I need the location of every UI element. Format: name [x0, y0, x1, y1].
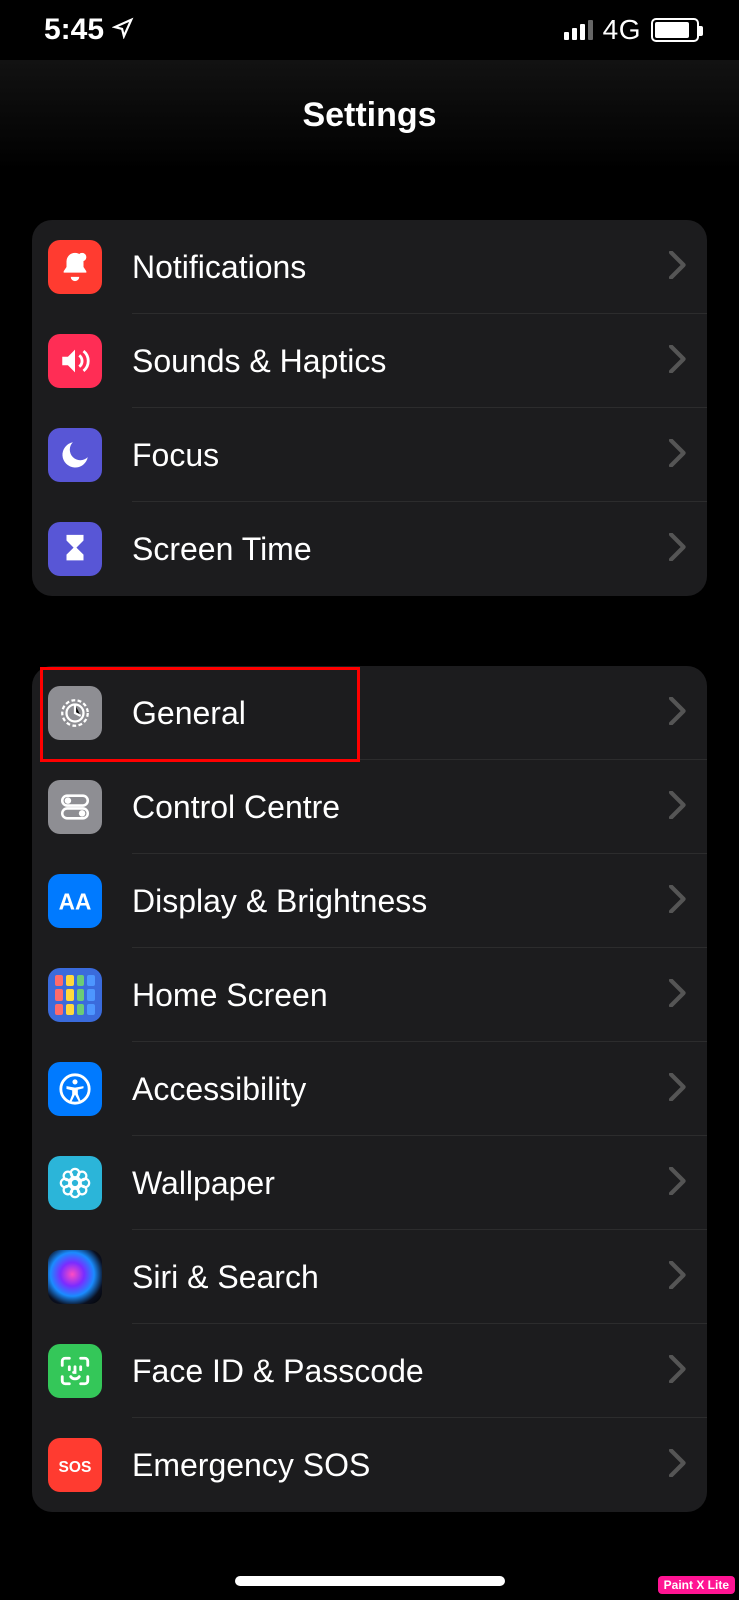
- faceid-icon: [48, 1344, 102, 1398]
- row-label: Wallpaper: [132, 1165, 669, 1202]
- chevron-right-icon: [669, 1167, 687, 1200]
- settings-row-wallpaper[interactable]: Wallpaper: [32, 1136, 707, 1230]
- location-icon: [112, 13, 134, 47]
- settings-row-display-brightness[interactable]: Display & Brightness: [32, 854, 707, 948]
- chevron-right-icon: [669, 251, 687, 284]
- settings-group: General Control Centre Display & Brightnes…: [32, 666, 707, 1512]
- home-screen-icon: [48, 968, 102, 1022]
- settings-row-sounds-haptics[interactable]: Sounds & Haptics: [32, 314, 707, 408]
- chevron-right-icon: [669, 979, 687, 1012]
- chevron-right-icon: [669, 1355, 687, 1388]
- chevron-right-icon: [669, 345, 687, 378]
- flower-icon: [48, 1156, 102, 1210]
- accessibility-icon: [48, 1062, 102, 1116]
- settings-row-focus[interactable]: Focus: [32, 408, 707, 502]
- moon-icon: [48, 428, 102, 482]
- gear-icon: [48, 686, 102, 740]
- siri-icon: [48, 1250, 102, 1304]
- speaker-icon: [48, 334, 102, 388]
- network-label: 4G: [603, 14, 641, 46]
- header: Settings: [0, 60, 739, 170]
- chevron-right-icon: [669, 439, 687, 472]
- row-label: Notifications: [132, 249, 669, 286]
- settings-row-accessibility[interactable]: Accessibility: [32, 1042, 707, 1136]
- settings-row-screen-time[interactable]: Screen Time: [32, 502, 707, 596]
- chevron-right-icon: [669, 885, 687, 918]
- settings-list: Notifications Sounds & Haptics Focus Screen…: [0, 170, 739, 1512]
- toggles-icon: [48, 780, 102, 834]
- settings-row-faceid-passcode[interactable]: Face ID & Passcode: [32, 1324, 707, 1418]
- chevron-right-icon: [669, 533, 687, 566]
- row-label: Home Screen: [132, 977, 669, 1014]
- battery-icon: [651, 18, 699, 42]
- chevron-right-icon: [669, 697, 687, 730]
- sos-icon: [48, 1438, 102, 1492]
- hourglass-icon: [48, 522, 102, 576]
- row-label: Control Centre: [132, 789, 669, 826]
- row-label: Face ID & Passcode: [132, 1353, 669, 1390]
- home-indicator[interactable]: [235, 1576, 505, 1586]
- chevron-right-icon: [669, 1449, 687, 1482]
- settings-row-notifications[interactable]: Notifications: [32, 220, 707, 314]
- settings-row-general[interactable]: General: [32, 666, 707, 760]
- row-label: Screen Time: [132, 531, 669, 568]
- settings-row-siri-search[interactable]: Siri & Search: [32, 1230, 707, 1324]
- row-label: Accessibility: [132, 1071, 669, 1108]
- settings-row-emergency-sos[interactable]: Emergency SOS: [32, 1418, 707, 1512]
- row-label: Emergency SOS: [132, 1447, 669, 1484]
- watermark: Paint X Lite: [658, 1576, 735, 1594]
- chevron-right-icon: [669, 791, 687, 824]
- row-label: Display & Brightness: [132, 883, 669, 920]
- row-label: General: [132, 695, 669, 732]
- chevron-right-icon: [669, 1261, 687, 1294]
- row-label: Siri & Search: [132, 1259, 669, 1296]
- row-label: Focus: [132, 437, 669, 474]
- row-label: Sounds & Haptics: [132, 343, 669, 380]
- status-bar: 5:45 4G: [0, 0, 739, 60]
- page-title: Settings: [302, 96, 436, 135]
- aa-icon: [48, 874, 102, 928]
- settings-row-home-screen[interactable]: Home Screen: [32, 948, 707, 1042]
- chevron-right-icon: [669, 1073, 687, 1106]
- settings-group: Notifications Sounds & Haptics Focus Screen…: [32, 220, 707, 596]
- cell-signal-icon: [564, 20, 593, 40]
- settings-row-control-centre[interactable]: Control Centre: [32, 760, 707, 854]
- status-time: 5:45: [44, 13, 104, 47]
- bell-icon: [48, 240, 102, 294]
